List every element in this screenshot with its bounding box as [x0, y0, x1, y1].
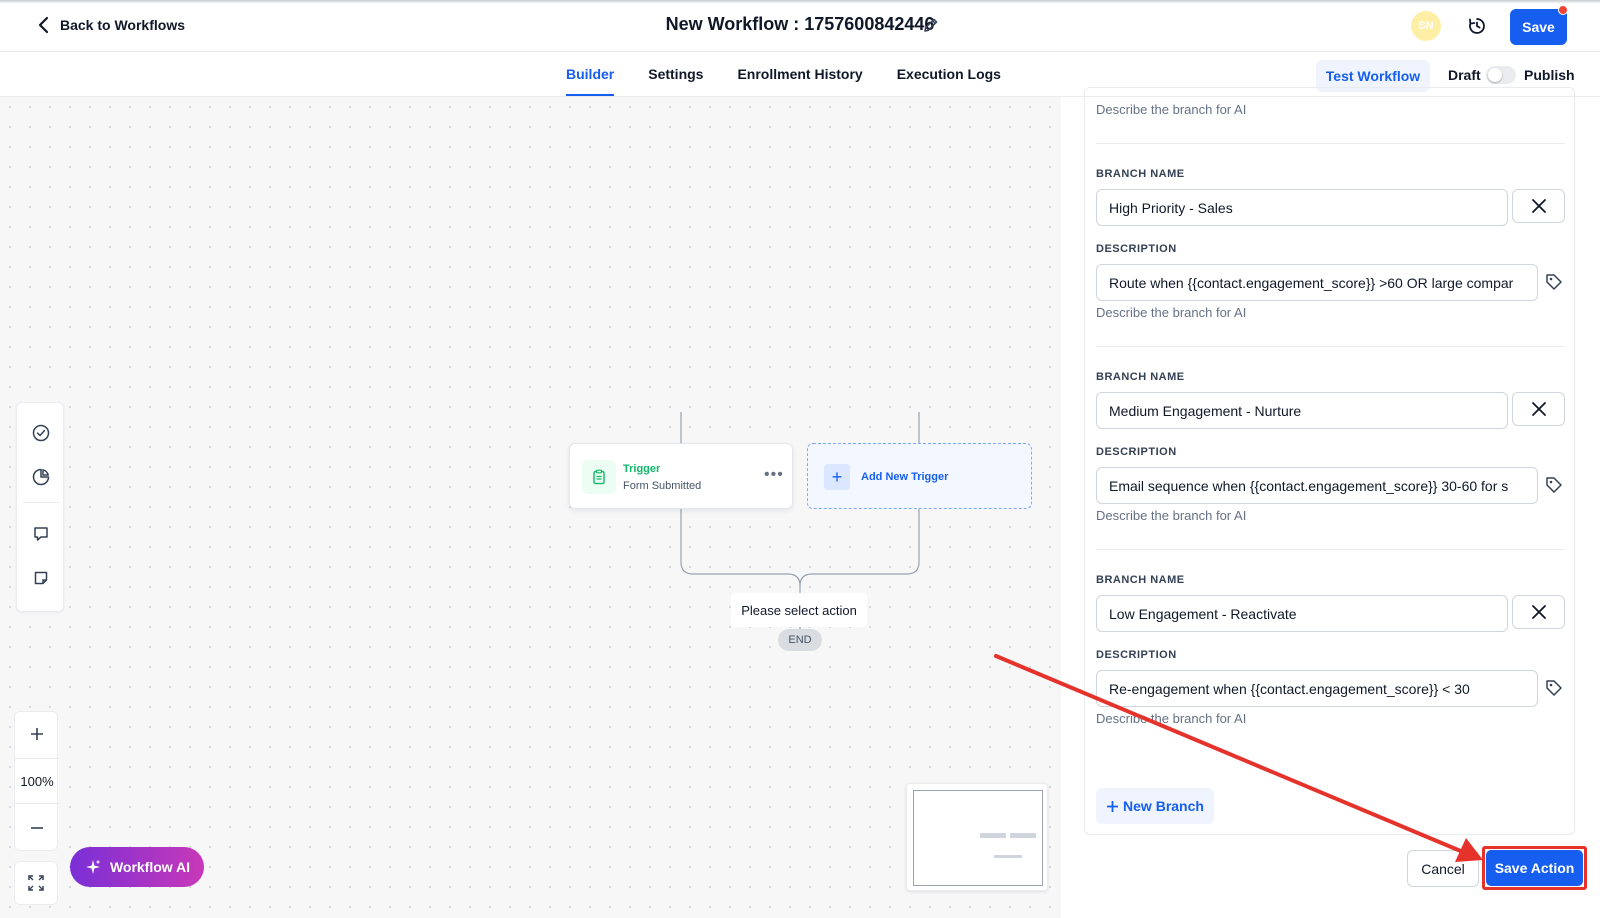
tab-execution-logs[interactable]: Execution Logs [897, 52, 1001, 96]
new-branch-button[interactable]: New Branch [1096, 788, 1214, 824]
save-button[interactable]: Save [1510, 9, 1567, 45]
remove-branch-button[interactable] [1512, 189, 1565, 223]
minimap-node [994, 855, 1022, 858]
minimap-viewport [913, 790, 1043, 886]
tag-icon[interactable] [1544, 475, 1564, 495]
description-label: DESCRIPTION [1096, 649, 1177, 661]
workflow-ai-label: Workflow AI [109, 859, 191, 875]
publish-toggle[interactable] [1486, 66, 1516, 84]
clipboard-icon [582, 460, 616, 494]
select-action-node[interactable]: Please select action [731, 593, 867, 627]
tab-enrollment-history[interactable]: Enrollment History [737, 52, 862, 96]
tab-settings[interactable]: Settings [648, 52, 703, 96]
plus-icon [1107, 800, 1119, 812]
workflow-title: New Workflow : 1757600842446 [665, 14, 935, 34]
close-icon [1531, 199, 1546, 213]
branch-name-label: BRANCH NAME [1096, 574, 1185, 586]
canvas-minimap[interactable] [906, 783, 1048, 891]
branch-name-label: BRANCH NAME [1096, 371, 1185, 383]
fit-view-button[interactable] [14, 861, 58, 905]
close-icon [1531, 605, 1546, 619]
branch-name-input[interactable]: Low Engagement - Reactivate [1096, 595, 1508, 632]
chevron-left-icon [38, 16, 49, 34]
save-action-button[interactable]: Save Action [1486, 850, 1583, 886]
minimap-node [980, 833, 1006, 838]
expand-icon [28, 875, 44, 891]
zoom-in-button[interactable] [15, 712, 59, 756]
back-to-workflows-link[interactable]: Back to Workflows [36, 16, 185, 34]
branch-helper-text: Describe the branch for AI [1096, 305, 1247, 320]
minus-icon [31, 827, 43, 829]
pie-chart-icon[interactable] [31, 467, 51, 487]
branch-description-input[interactable]: Email sequence when {{contact.engagement… [1096, 467, 1538, 504]
remove-branch-button[interactable] [1512, 392, 1565, 426]
branch-description-input[interactable]: Re-engagement when {{contact.engagement_… [1096, 670, 1538, 707]
zoom-out-button[interactable] [15, 806, 59, 850]
plus-icon [31, 728, 43, 740]
top-header: Back to Workflows New Workflow : 1757600… [0, 0, 1600, 52]
tab-builder[interactable]: Builder [566, 52, 615, 96]
sticky-note-icon[interactable] [31, 568, 51, 588]
draft-label: Draft [1448, 67, 1481, 83]
description-label: DESCRIPTION [1096, 446, 1177, 458]
tag-icon[interactable] [1544, 272, 1564, 292]
branch-divider [1096, 346, 1565, 347]
branch-helper-text: Describe the branch for AI [1096, 711, 1247, 726]
add-new-trigger-node[interactable]: + Add New Trigger [807, 443, 1032, 509]
minimap-node [1010, 833, 1036, 838]
check-circle-icon[interactable] [31, 423, 51, 443]
branch-name-label: BRANCH NAME [1096, 168, 1185, 180]
comment-icon[interactable] [31, 524, 51, 544]
history-icon[interactable] [1467, 16, 1487, 36]
close-icon [1531, 402, 1546, 416]
unsaved-indicator-dot [1558, 5, 1568, 15]
remove-branch-button[interactable] [1512, 595, 1565, 629]
user-avatar[interactable]: SN [1411, 11, 1441, 41]
pencil-icon[interactable] [922, 16, 940, 34]
end-node: END [778, 629, 822, 651]
tag-icon[interactable] [1544, 678, 1564, 698]
publish-label: Publish [1524, 67, 1575, 83]
add-trigger-label: Add New Trigger [861, 471, 949, 483]
branch-name-input[interactable]: Medium Engagement - Nurture [1096, 392, 1508, 429]
branch-settings-panel: Describe the branch for AI BRANCH NAME H… [1061, 87, 1600, 918]
new-branch-label: New Branch [1123, 798, 1204, 814]
trigger-title: Trigger [623, 463, 661, 475]
back-link-label: Back to Workflows [60, 17, 185, 33]
branch-helper-text: Describe the branch for AI [1096, 508, 1247, 523]
zoom-level: 100% [15, 758, 59, 804]
sparkle-icon [85, 859, 101, 874]
plus-icon: + [824, 464, 850, 490]
toolbar-divider [23, 502, 59, 503]
workflow-tabs: Builder Settings Enrollment History Exec… [566, 52, 1035, 96]
more-options-icon[interactable]: ••• [764, 466, 784, 484]
branch-description-input[interactable]: Route when {{contact.engagement_score}} … [1096, 264, 1538, 301]
branch-divider [1096, 143, 1565, 144]
canvas-side-toolbar [16, 402, 64, 612]
trigger-node[interactable]: Trigger Form Submitted ••• [569, 443, 793, 509]
branch-helper-text: Describe the branch for AI [1096, 102, 1247, 117]
branch-name-input[interactable]: High Priority - Sales [1096, 189, 1508, 226]
branch-divider [1096, 549, 1565, 550]
workflow-canvas[interactable]: Trigger Form Submitted ••• + Add New Tri… [0, 97, 1061, 918]
zoom-controls: 100% [14, 711, 59, 851]
description-label: DESCRIPTION [1096, 243, 1177, 255]
trigger-subtitle: Form Submitted [623, 480, 702, 492]
workflow-ai-button[interactable]: Workflow AI [70, 847, 204, 887]
cancel-button[interactable]: Cancel [1407, 850, 1479, 887]
